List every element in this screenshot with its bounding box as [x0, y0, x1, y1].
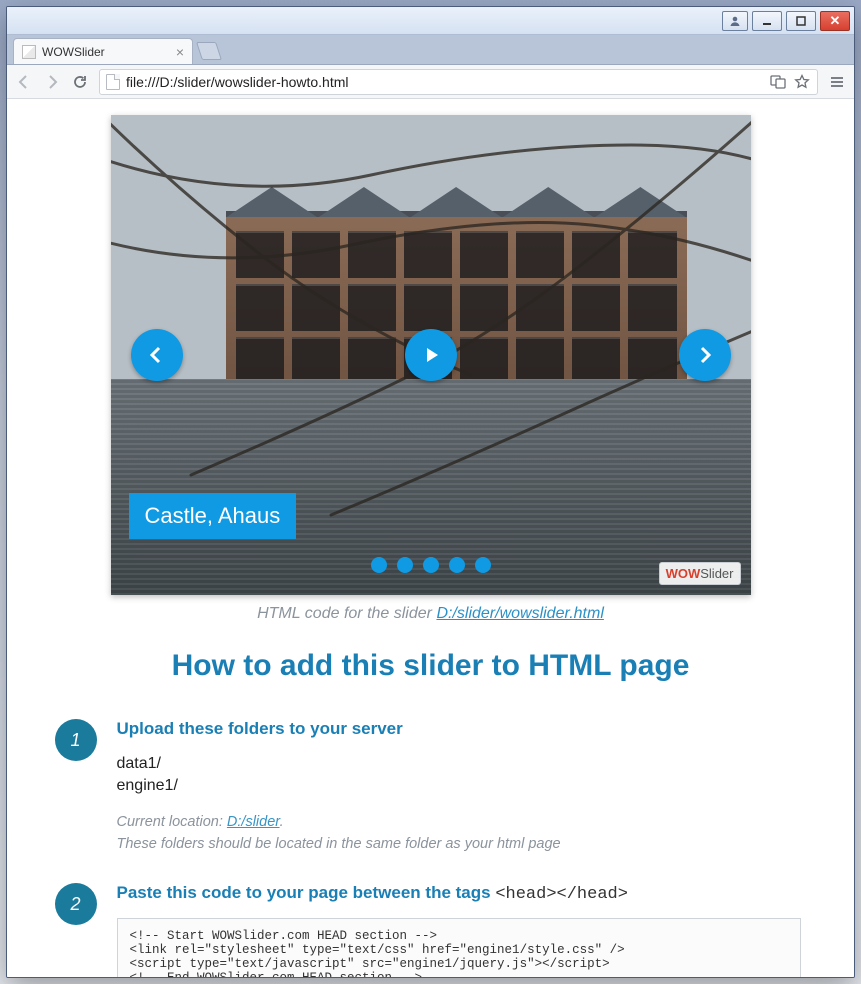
window-titlebar: ✕	[7, 7, 854, 35]
user-icon	[729, 15, 741, 27]
slider-preview: Castle, Ahaus WOWSlider	[111, 115, 751, 595]
slider-dot[interactable]	[397, 557, 413, 573]
maximize-button[interactable]	[786, 11, 816, 31]
step-title-text: Paste this code to your page between the…	[117, 883, 496, 902]
note-label: Current location:	[117, 814, 227, 830]
step-number: 2	[55, 883, 97, 925]
slider-dot[interactable]	[475, 557, 491, 573]
slider-dot[interactable]	[371, 557, 387, 573]
close-button[interactable]: ✕	[820, 11, 850, 31]
step-title-mono: <head></head>	[495, 885, 628, 904]
new-tab-button[interactable]	[196, 42, 222, 60]
bookmark-star-icon[interactable]	[793, 73, 811, 91]
chevron-left-icon	[147, 345, 167, 365]
note-line2: These folders should be located in the s…	[117, 836, 561, 852]
step-body: Paste this code to your page between the…	[117, 883, 801, 977]
browser-window: ✕ WOWSlider ×	[6, 6, 855, 978]
page-icon	[106, 74, 120, 90]
tab-strip: WOWSlider ×	[7, 35, 854, 65]
folder-item: data1/	[117, 753, 801, 775]
close-icon: ✕	[830, 13, 841, 29]
note-tail: .	[280, 814, 284, 830]
subcaption-text: HTML code for the slider	[257, 605, 436, 622]
castle-illustration	[226, 211, 687, 393]
page-body: Castle, Ahaus WOWSlider HTML code for th…	[51, 99, 811, 977]
slider-caption: Castle, Ahaus	[129, 493, 297, 539]
hamburger-icon	[829, 74, 845, 90]
step-note: Current location: D:/slider. These folde…	[117, 812, 801, 856]
step-1: 1 Upload these folders to your server da…	[51, 713, 811, 877]
browser-toolbar	[7, 65, 854, 99]
page-title: How to add this slider to HTML page	[51, 649, 811, 683]
code-block[interactable]: <!-- Start WOWSlider.com HEAD section --…	[117, 918, 801, 977]
favicon-icon	[22, 45, 36, 59]
play-icon	[421, 345, 441, 365]
step-body: Upload these folders to your server data…	[117, 719, 801, 855]
location-link[interactable]: D:/slider	[227, 814, 280, 830]
address-bar[interactable]	[99, 69, 818, 95]
slider-dot[interactable]	[449, 557, 465, 573]
translate-icon[interactable]	[769, 73, 787, 91]
logo-suffix: Slider	[700, 566, 733, 581]
slider-dot[interactable]	[423, 557, 439, 573]
page-content[interactable]: Castle, Ahaus WOWSlider HTML code for th…	[7, 99, 854, 977]
browser-tab[interactable]: WOWSlider ×	[13, 38, 193, 64]
minimize-icon	[762, 16, 772, 26]
minimize-button[interactable]	[752, 11, 782, 31]
slider-dots	[371, 557, 491, 573]
subcaption-link[interactable]: D:/slider/wowslider.html	[436, 605, 603, 622]
step-2: 2 Paste this code to your page between t…	[51, 877, 811, 977]
tab-title: WOWSlider	[42, 45, 105, 59]
folder-item: engine1/	[117, 775, 801, 797]
user-button[interactable]	[722, 11, 748, 31]
slider-next-button[interactable]	[679, 329, 731, 381]
chevron-right-icon	[695, 345, 715, 365]
url-input[interactable]	[126, 74, 763, 90]
step-number: 1	[55, 719, 97, 761]
back-button[interactable]	[15, 73, 33, 91]
forward-button[interactable]	[43, 73, 61, 91]
folder-list: data1/ engine1/	[117, 753, 801, 798]
wowslider-logo: WOWSlider	[659, 562, 741, 585]
arrow-right-icon	[44, 74, 60, 90]
menu-button[interactable]	[828, 73, 846, 91]
arrow-left-icon	[16, 74, 32, 90]
tab-close-icon[interactable]: ×	[176, 45, 184, 59]
step-title: Upload these folders to your server	[117, 719, 801, 739]
logo-prefix: WOW	[666, 566, 701, 581]
maximize-icon	[796, 16, 806, 26]
reload-icon	[72, 74, 88, 90]
step-title: Paste this code to your page between the…	[117, 883, 801, 904]
slider-play-button[interactable]	[405, 329, 457, 381]
slider-prev-button[interactable]	[131, 329, 183, 381]
slider-subcaption: HTML code for the slider D:/slider/wowsl…	[51, 605, 811, 623]
reload-button[interactable]	[71, 73, 89, 91]
